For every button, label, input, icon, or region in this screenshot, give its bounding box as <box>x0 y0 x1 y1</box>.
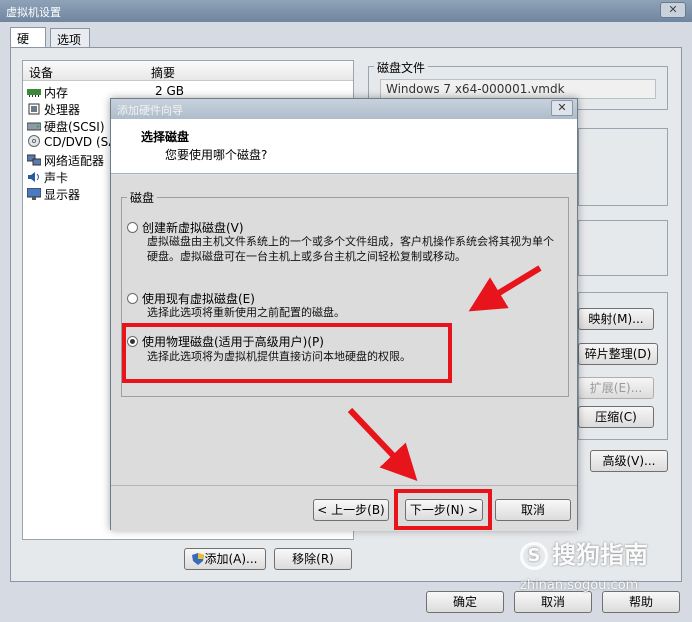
sogou-logo-icon: S <box>520 542 548 570</box>
watermark-url: zhinan.sogou.com <box>520 578 639 593</box>
sogou-watermark: S 搜狗指南 <box>520 535 648 570</box>
watermark-brand: 搜狗指南 <box>552 541 648 569</box>
annotation-arrows <box>347 265 542 482</box>
arrow-to-physical-disk-icon <box>468 265 542 312</box>
arrow-to-next-button-icon <box>347 407 418 482</box>
vm-settings-window: 虚拟机设置 ✕ 硬件 选项 设备 摘要 内存 2 GB 处理器 硬盘(SCSI)… <box>0 0 692 622</box>
